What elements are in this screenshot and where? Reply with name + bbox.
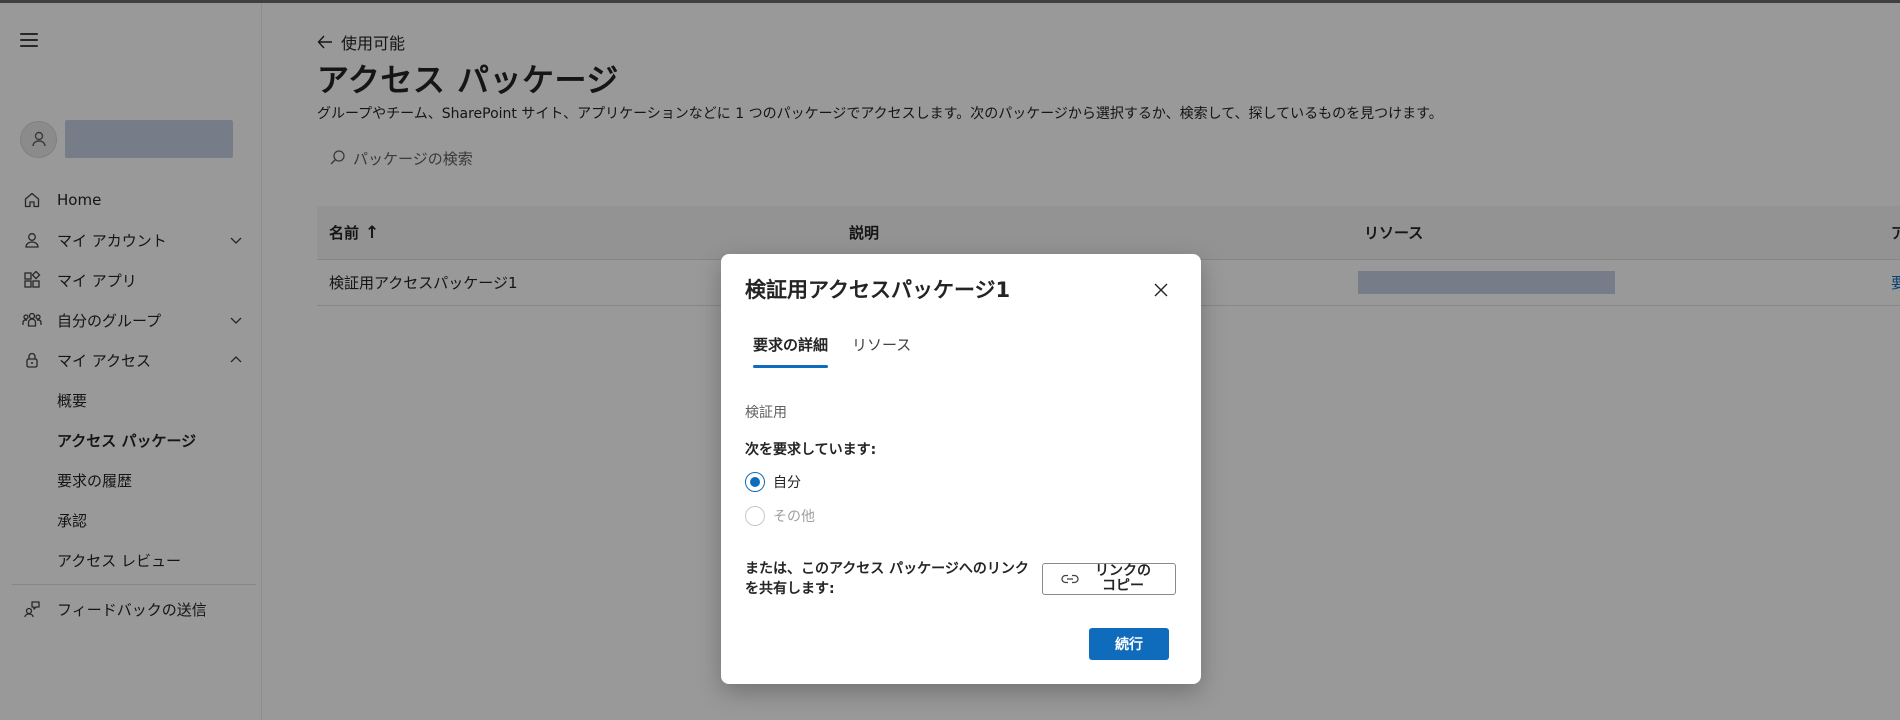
radio-option-other: その他 <box>745 506 815 526</box>
radio-button-disabled <box>745 506 765 526</box>
copy-link-label: リンクの コピー <box>1095 563 1151 594</box>
package-description: 検証用 <box>745 405 787 421</box>
radio-option-self[interactable]: 自分 <box>745 472 801 492</box>
access-package-dialog: 検証用アクセスパッケージ1 要求の詳細 リソース 検証用 次を要求しています: … <box>721 254 1201 684</box>
tab-resources[interactable]: リソース <box>844 334 919 364</box>
dialog-tabs: 要求の詳細 リソース <box>745 334 927 368</box>
share-link-text: または、このアクセス パッケージへのリンクを共有します: <box>745 561 1029 597</box>
radio-label: その他 <box>773 509 815 525</box>
continue-button[interactable]: 続行 <box>1089 628 1169 660</box>
copy-link-button[interactable]: リンクの コピー <box>1042 563 1176 595</box>
radio-label: 自分 <box>773 475 801 491</box>
request-for-label: 次を要求しています: <box>745 442 877 458</box>
close-button[interactable] <box>1151 280 1171 300</box>
link-icon <box>1061 573 1079 585</box>
dialog-title: 検証用アクセスパッケージ1 <box>745 278 1011 302</box>
tab-request-details[interactable]: 要求の詳細 <box>745 334 836 368</box>
close-icon <box>1154 283 1168 297</box>
radio-button-checked[interactable] <box>745 472 765 492</box>
